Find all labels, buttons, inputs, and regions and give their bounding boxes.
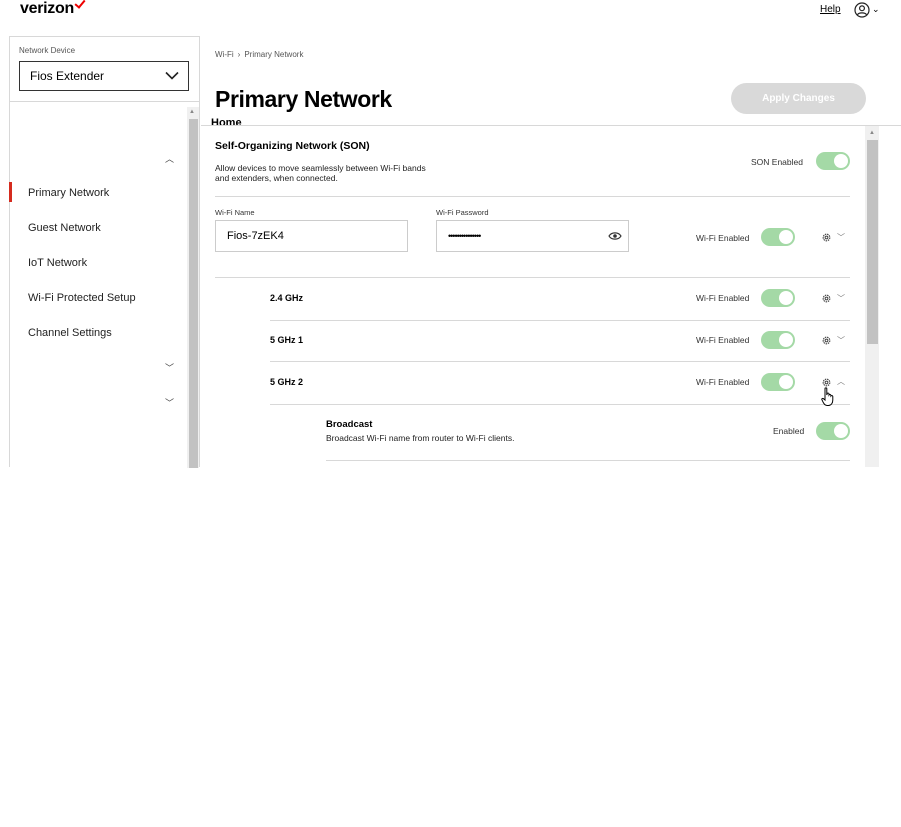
scroll-up-arrow-icon[interactable]: ▲ bbox=[189, 109, 195, 115]
chevron-down-icon[interactable]: ﹀ bbox=[165, 361, 174, 374]
chevron-down-icon[interactable]: ﹀ bbox=[837, 293, 845, 304]
chevron-up-icon[interactable]: ︿ bbox=[837, 376, 845, 387]
user-account-icon[interactable] bbox=[854, 2, 870, 18]
eye-icon[interactable] bbox=[608, 231, 622, 241]
wifi-name-field[interactable]: Fios-7zEK4 bbox=[215, 220, 408, 252]
sidebar-item-primary-network[interactable]: Primary Network bbox=[28, 187, 109, 199]
wifi-password-field[interactable]: ••••••••••••••• bbox=[436, 220, 629, 252]
network-device-value: Fios Extender bbox=[30, 69, 105, 83]
breadcrumb: Wi-Fi › Primary Network bbox=[215, 50, 303, 59]
broadcast-description: Broadcast Wi-Fi name from router to Wi-F… bbox=[326, 433, 515, 443]
band-2-4ghz-toggle-label: Wi-Fi Enabled bbox=[696, 293, 750, 303]
user-menu-chevron-icon[interactable]: ⌄ bbox=[872, 4, 880, 15]
verizon-logo[interactable]: verizon bbox=[20, 0, 86, 18]
main-scrollbar-thumb[interactable] bbox=[867, 140, 878, 344]
chevron-down-icon[interactable]: ﹀ bbox=[837, 335, 845, 346]
divider bbox=[270, 404, 850, 405]
sidebar-item-iot-network[interactable]: IoT Network bbox=[28, 257, 87, 269]
breadcrumb-current: Primary Network bbox=[244, 50, 304, 59]
chevron-up-icon[interactable]: ︿ bbox=[165, 152, 174, 165]
son-toggle[interactable] bbox=[816, 152, 850, 170]
sidebar-item-channel-settings[interactable]: Channel Settings bbox=[28, 327, 112, 339]
divider bbox=[215, 196, 850, 197]
band-5ghz-1-label: 5 GHz 1 bbox=[270, 335, 304, 345]
sidebar-item-wifi-protected-setup[interactable]: Wi-Fi Protected Setup bbox=[28, 292, 136, 304]
active-nav-indicator bbox=[9, 182, 12, 202]
band-5ghz-2-toggle[interactable] bbox=[761, 373, 795, 391]
band-2-4ghz-toggle[interactable] bbox=[761, 289, 795, 307]
wifi-enabled-label: Wi-Fi Enabled bbox=[696, 233, 750, 243]
logo-check-icon bbox=[74, 0, 86, 9]
divider bbox=[326, 460, 850, 461]
breadcrumb-wifi[interactable]: Wi-Fi bbox=[215, 50, 234, 59]
son-toggle-label: SON Enabled bbox=[751, 157, 803, 167]
breadcrumb-separator-icon: › bbox=[237, 50, 241, 59]
apply-changes-button[interactable]: Apply Changes bbox=[731, 83, 866, 114]
divider bbox=[270, 320, 850, 321]
band-5ghz-1-toggle[interactable] bbox=[761, 331, 795, 349]
chevron-down-icon[interactable]: ﹀ bbox=[165, 396, 174, 409]
broadcast-title: Broadcast bbox=[326, 419, 373, 430]
logo-text: verizon bbox=[20, 0, 74, 17]
divider bbox=[270, 361, 850, 362]
page-title: Primary Network bbox=[215, 86, 392, 112]
band-2-4ghz-label: 2.4 GHz bbox=[270, 293, 304, 303]
gear-icon[interactable] bbox=[821, 232, 832, 243]
wifi-password-value: ••••••••••••••• bbox=[448, 231, 481, 241]
son-description-line-1: Allow devices to move seamlessly between… bbox=[215, 163, 426, 173]
chevron-down-icon[interactable]: ﹀ bbox=[837, 232, 845, 243]
help-link[interactable]: Help bbox=[820, 4, 841, 15]
broadcast-toggle[interactable] bbox=[816, 422, 850, 440]
network-device-label: Network Device bbox=[19, 46, 76, 55]
son-description: Allow devices to move seamlessly between… bbox=[215, 163, 465, 183]
broadcast-toggle-label: Enabled bbox=[773, 426, 805, 436]
hand-pointer-cursor-icon bbox=[821, 387, 834, 406]
wifi-name-label: Wi-Fi Name bbox=[215, 208, 255, 217]
wifi-enabled-toggle[interactable] bbox=[761, 228, 795, 246]
gear-icon[interactable] bbox=[821, 335, 832, 346]
wifi-name-value: Fios-7zEK4 bbox=[227, 230, 284, 242]
band-5ghz-2-label: 5 GHz 2 bbox=[270, 377, 304, 387]
chevron-down-icon bbox=[165, 71, 179, 80]
wifi-password-label: Wi-Fi Password bbox=[436, 208, 489, 217]
network-device-select[interactable]: Fios Extender bbox=[19, 61, 189, 91]
son-title: Self-Organizing Network (SON) bbox=[215, 140, 370, 152]
divider bbox=[215, 277, 850, 278]
sidebar-scrollbar-thumb[interactable] bbox=[189, 119, 198, 468]
top-bar: verizon Help ⌄ bbox=[0, 0, 901, 34]
main-content: Wi-Fi › Primary Network Primary Network Ap… bbox=[201, 36, 901, 467]
band-5ghz-1-toggle-label: Wi-Fi Enabled bbox=[696, 335, 750, 345]
sidebar-divider bbox=[10, 101, 199, 102]
son-description-line-2: and extenders, when connected. bbox=[215, 173, 338, 183]
sidebar: Network Device Fios Extender Home Wi-Fi … bbox=[9, 36, 264, 468]
gear-icon[interactable] bbox=[821, 293, 832, 304]
sidebar-item-guest-network[interactable]: Guest Network bbox=[28, 222, 101, 234]
band-5ghz-2-toggle-label: Wi-Fi Enabled bbox=[696, 377, 750, 387]
scroll-up-arrow-icon[interactable]: ▲ bbox=[869, 130, 875, 136]
